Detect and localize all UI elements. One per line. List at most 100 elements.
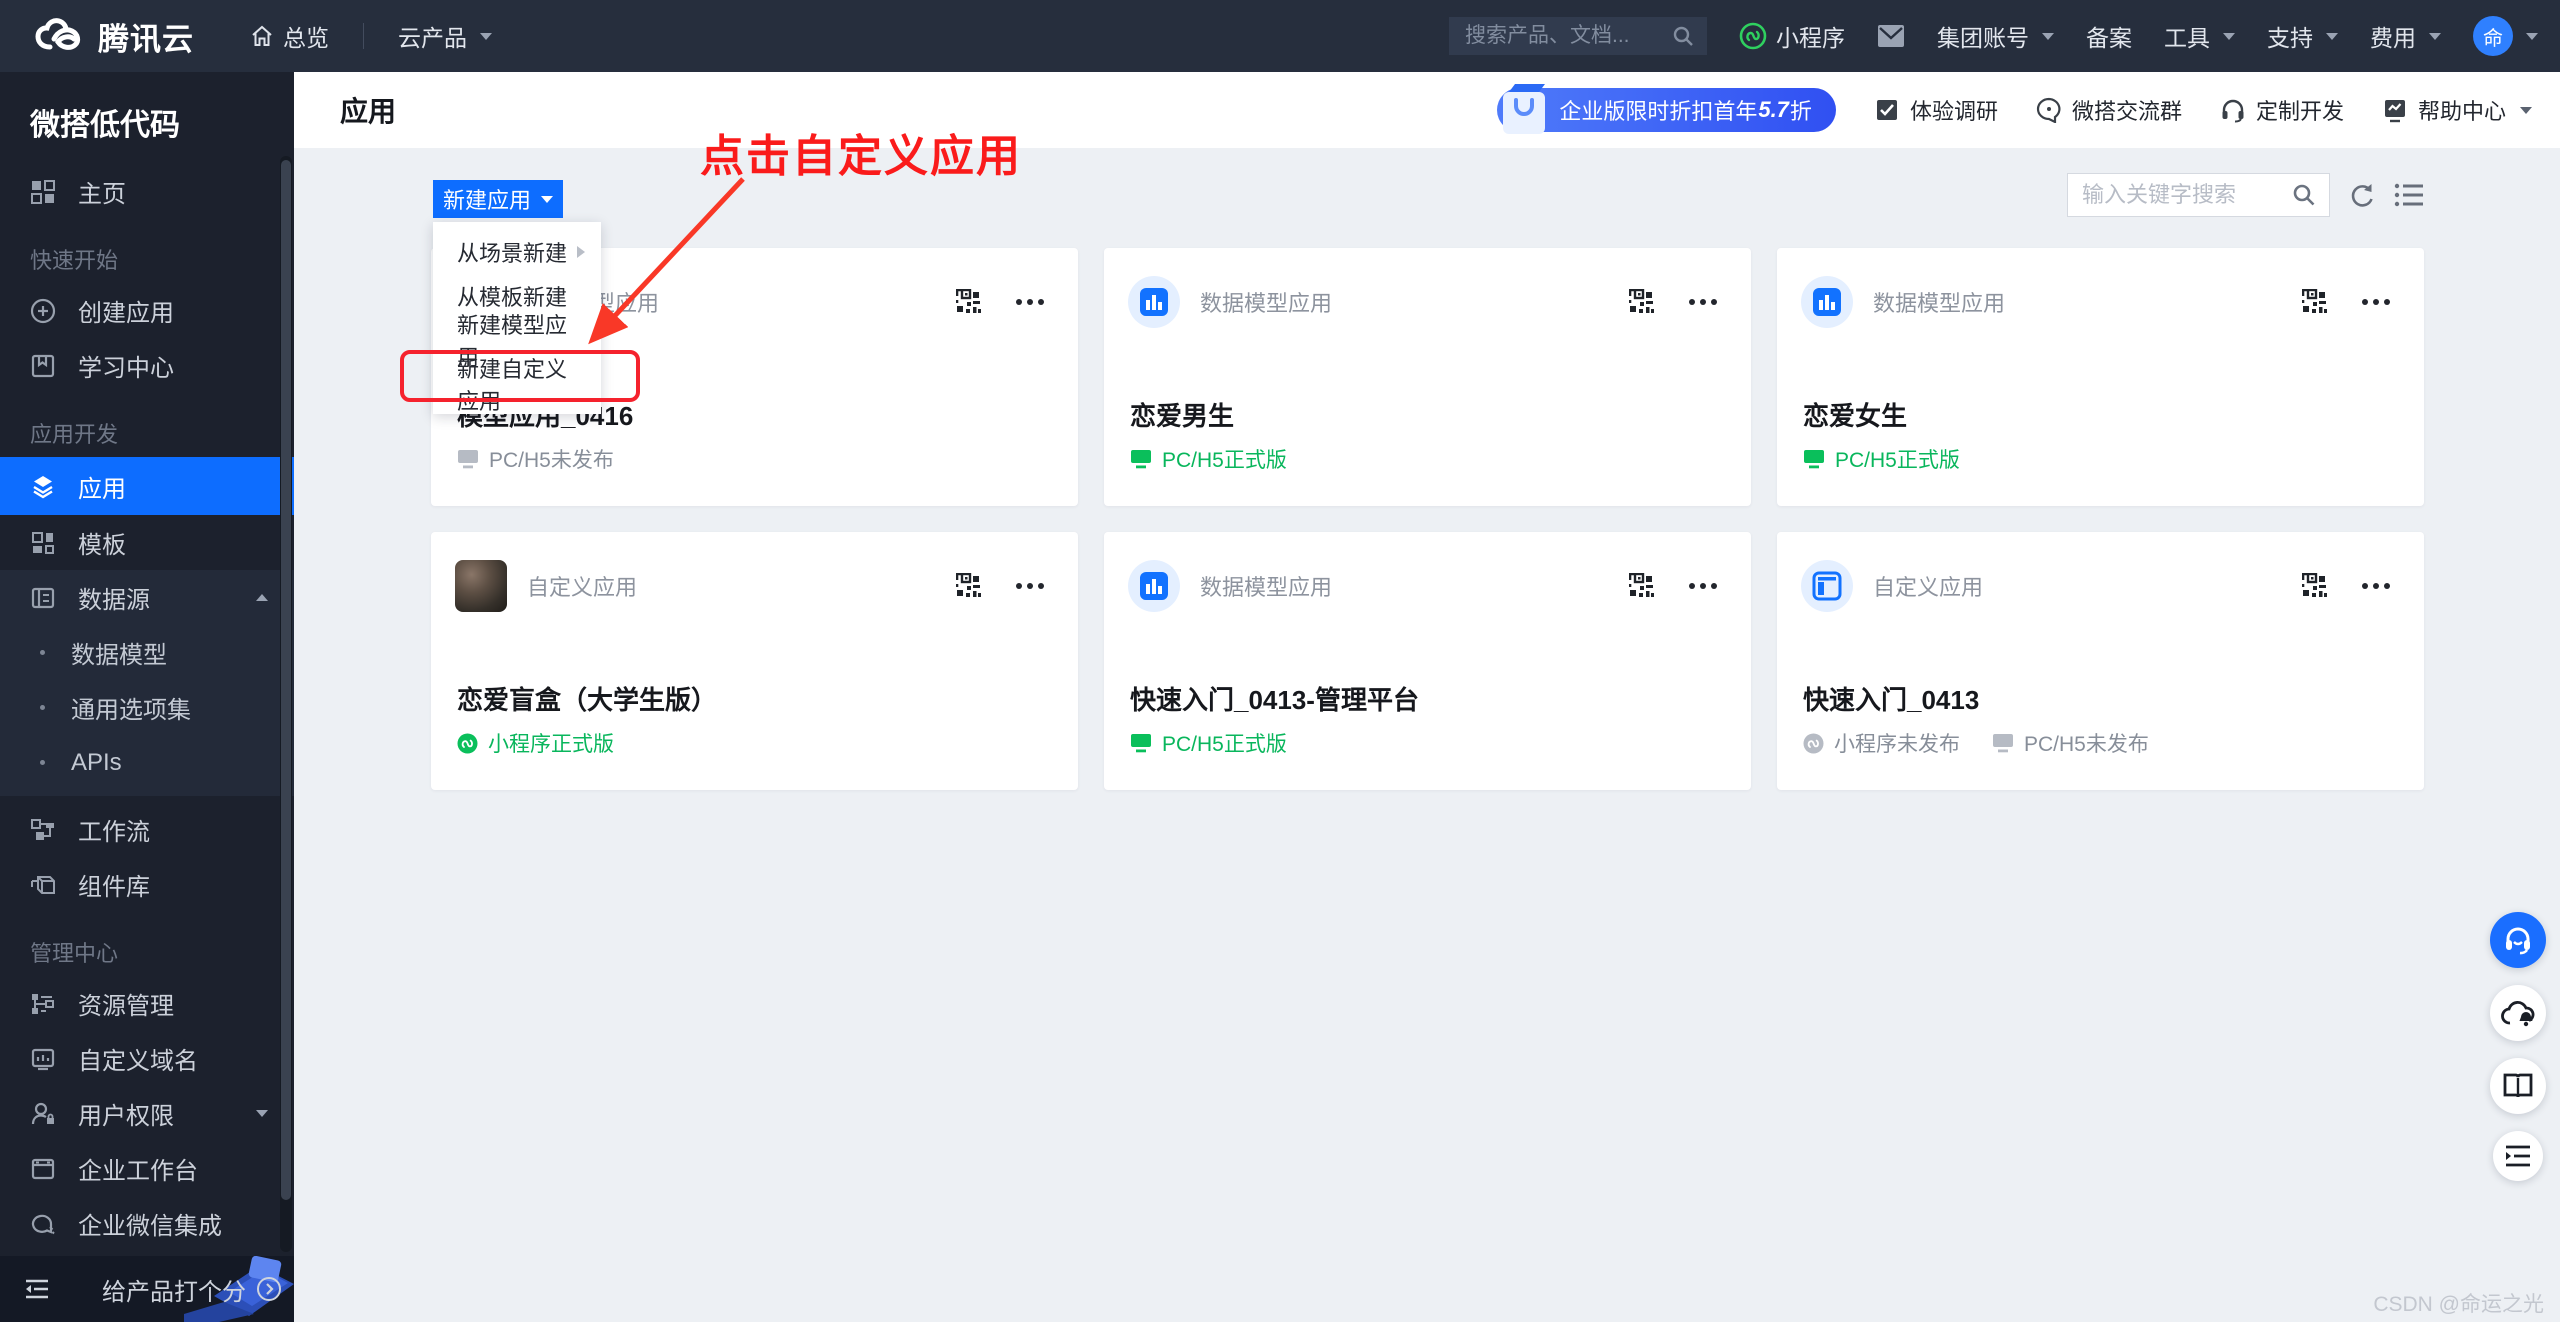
sidebar-item-label: 数据源: [78, 587, 150, 614]
sidebar-scrollbar[interactable]: [280, 156, 292, 1252]
menu-item-new-custom-app[interactable]: 新建自定义应用: [433, 357, 601, 414]
more-actions-button[interactable]: [1689, 299, 1717, 305]
survey-link[interactable]: 体验调研: [1874, 94, 1998, 126]
sidebar-item-resources[interactable]: 资源管理: [0, 976, 294, 1031]
chevron-down-icon: [2520, 106, 2532, 114]
sidebar-item-label: 企业工作台: [78, 1158, 198, 1185]
watermark: CSDN @命运之光: [2373, 1293, 2544, 1316]
support-label: 支持: [2267, 25, 2313, 51]
nav-tools[interactable]: 工具: [2164, 19, 2235, 53]
refresh-icon[interactable]: [2348, 181, 2376, 209]
scrollbar-thumb[interactable]: [281, 160, 291, 1200]
keyword-search-input[interactable]: [2082, 182, 2291, 208]
sidebar-item-label: 学习中心: [78, 355, 174, 382]
custom-dev-link[interactable]: 定制开发: [2220, 94, 2344, 126]
promo-suffix: 折: [1789, 99, 1812, 124]
topbar-search-input[interactable]: [1465, 24, 1671, 48]
qr-preview-icon[interactable]: [1629, 573, 1655, 599]
sidebar-item-option-set[interactable]: 通用选项集: [0, 680, 294, 735]
sidebar-item-label: 创建应用: [78, 300, 174, 327]
app-type-label: 数据模型应用: [1200, 291, 1333, 316]
status-label: PC/H5未发布: [489, 449, 614, 472]
app-card-grid: 数据模型应用模型应用_0416PC/H5未发布数据模型应用恋爱男生PC/H5正式…: [431, 248, 2424, 790]
topbar: 腾讯云 总览 云产品 小程序 集团账号 备案: [0, 0, 2560, 72]
sidebar-item-app[interactable]: 应用: [0, 457, 294, 515]
nav-beian[interactable]: 备案: [2086, 19, 2132, 53]
sidebar-item-workflow[interactable]: 工作流: [0, 802, 294, 857]
search-icon[interactable]: [1671, 24, 1695, 48]
app-title: 恋爱盲盒（大学生版）: [457, 685, 718, 715]
open-book-icon: [2503, 1073, 2533, 1098]
qr-preview-icon[interactable]: [1629, 289, 1655, 315]
notification-button[interactable]: [2490, 985, 2546, 1041]
sidebar-item-wecom[interactable]: 企业微信集成: [0, 1196, 294, 1251]
page-title: 应用: [340, 96, 397, 127]
app-type-label: 数据模型应用: [1200, 575, 1333, 600]
sidebar-item-workbench[interactable]: 企业工作台: [0, 1141, 294, 1196]
sidebar-item-custom-domain[interactable]: 自定义域名: [0, 1031, 294, 1086]
qr-preview-icon[interactable]: [956, 573, 982, 599]
sidebar-item-data-model[interactable]: 数据模型: [0, 625, 294, 680]
app-card[interactable]: 数据模型应用 快速入门_0413-管理平台 PC/H5正式版: [1104, 532, 1751, 790]
nav-miniprogram[interactable]: 小程序: [1739, 19, 1845, 53]
app-card[interactable]: 自定义应用 恋爱盲盒（大学生版） 小程序正式版: [431, 532, 1078, 790]
search-icon[interactable]: [2291, 182, 2317, 208]
app-card[interactable]: 数据模型应用 恋爱男生 PC/H5正式版: [1104, 248, 1751, 506]
qr-preview-icon[interactable]: [2302, 573, 2328, 599]
promo-banner[interactable]: 企业版限时折扣首年 5.7 折: [1497, 84, 1836, 134]
more-actions-button[interactable]: [1016, 583, 1044, 589]
sidebar-item-learning-center[interactable]: 学习中心: [0, 338, 294, 393]
sidebar-item-label: 企业微信集成: [78, 1213, 222, 1240]
more-actions-button[interactable]: [1016, 299, 1044, 305]
app-photo-avatar: [455, 560, 507, 612]
nav-support[interactable]: 支持: [2267, 19, 2338, 53]
mail-button[interactable]: [1877, 24, 1905, 48]
sidebar-item-user-permission[interactable]: 用户权限: [0, 1086, 294, 1141]
nav-billing[interactable]: 费用: [2370, 19, 2441, 53]
app-title: 快速入门_0413: [1803, 685, 1980, 715]
rate-product-button[interactable]: 给产品打个分: [102, 1272, 282, 1307]
docs-button[interactable]: [2490, 1058, 2546, 1114]
chevron-down-icon: [2042, 32, 2054, 40]
tencent-cloud-logo-icon[interactable]: 腾讯云: [34, 14, 194, 59]
cloud-products-label: 云产品: [398, 25, 467, 51]
feedback-button[interactable]: [2493, 1131, 2543, 1181]
sidebar-item-apis[interactable]: APIs: [0, 735, 294, 790]
topbar-search[interactable]: [1449, 17, 1707, 55]
menu-item-from-scene[interactable]: 从场景新建: [433, 230, 601, 274]
status-label: PC/H5正式版: [1162, 449, 1287, 472]
grid-icon: [31, 179, 55, 204]
survey-icon: [1876, 100, 1897, 120]
sidebar-item-home[interactable]: 主页: [0, 164, 294, 219]
qr-preview-icon[interactable]: [956, 289, 982, 315]
sidebar-item-label: 资源管理: [78, 993, 174, 1020]
list-view-icon[interactable]: [2394, 182, 2424, 208]
account-avatar[interactable]: 命: [2473, 16, 2538, 56]
headset-outline-icon: [2222, 99, 2244, 123]
keyword-search[interactable]: [2067, 173, 2330, 217]
collapse-icon[interactable]: [24, 1278, 50, 1300]
app-icon-avatar: [1128, 560, 1180, 612]
promo-rate: 5.7: [1758, 97, 1789, 122]
sidebar-item-create-app[interactable]: 创建应用: [0, 283, 294, 338]
group-chat-link[interactable]: 微搭交流群: [2036, 94, 2182, 126]
app-card[interactable]: 自定义应用 快速入门_0413 小程序未发布 PC/H5未发布: [1777, 532, 2424, 790]
publish-status: PC/H5未发布: [457, 444, 614, 474]
help-center-link[interactable]: 帮助中心: [2382, 94, 2532, 126]
more-actions-button[interactable]: [2362, 299, 2390, 305]
nav-overview[interactable]: 总览: [250, 19, 329, 53]
more-actions-button[interactable]: [1689, 583, 1717, 589]
sidebar-item-datasource[interactable]: 数据源: [0, 570, 294, 625]
new-app-button[interactable]: 新建应用: [433, 180, 563, 218]
nav-cloud-products[interactable]: 云产品: [398, 19, 492, 53]
app-card[interactable]: 数据模型应用 恋爱女生 PC/H5正式版: [1777, 248, 2424, 506]
sidebar-item-template[interactable]: 模板: [0, 515, 294, 570]
app-type-label: 数据模型应用: [1873, 291, 2006, 316]
sidebar-item-components[interactable]: 组件库: [0, 857, 294, 912]
more-actions-button[interactable]: [2362, 583, 2390, 589]
qr-preview-icon[interactable]: [2302, 289, 2328, 315]
logo-text: 腾讯云: [98, 21, 194, 57]
nav-group-account[interactable]: 集团账号: [1937, 19, 2054, 53]
support-chat-button[interactable]: [2490, 912, 2546, 968]
mail-icon: [1878, 25, 1904, 47]
